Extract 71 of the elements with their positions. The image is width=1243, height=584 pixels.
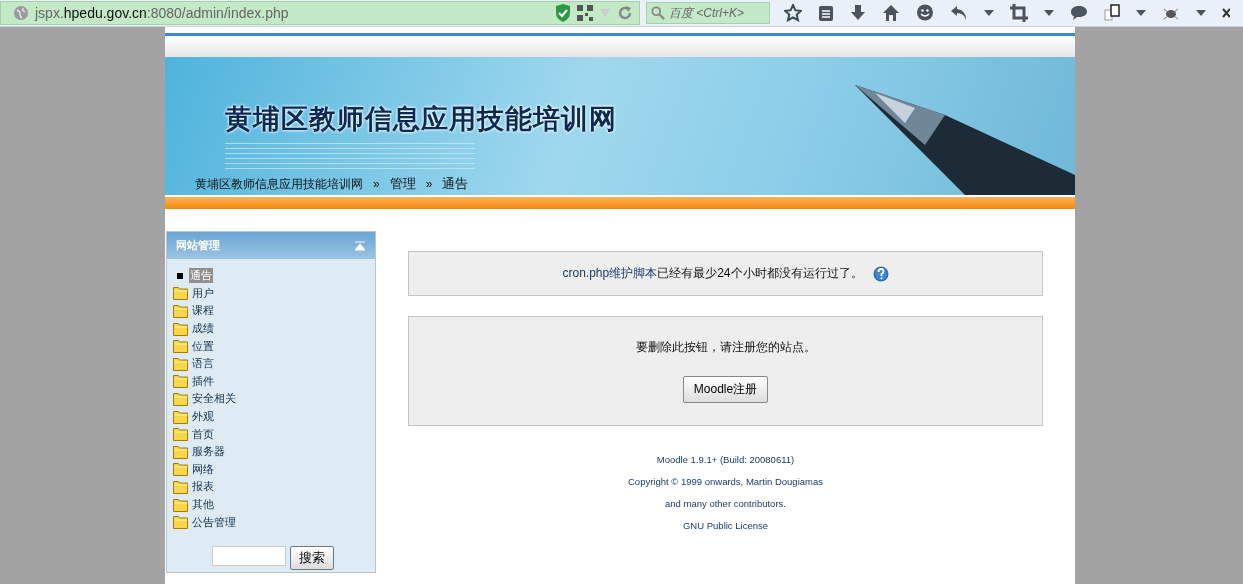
- caret-icon[interactable]: [984, 10, 994, 16]
- url-text: jspx.: [35, 5, 64, 21]
- folder-icon: [173, 356, 189, 371]
- folder-icon: [173, 479, 189, 494]
- documents-icon[interactable]: [1104, 4, 1120, 22]
- breadcrumb-link[interactable]: 管理: [389, 175, 416, 193]
- breadcrumb-link[interactable]: 通告: [442, 175, 469, 193]
- register-button[interactable]: Moodle注册: [682, 376, 769, 403]
- speech-bubble-icon[interactable]: [1070, 5, 1088, 21]
- admin-menu-item[interactable]: 外观: [192, 409, 214, 425]
- search-field[interactable]: 百度 <Ctrl+K>: [646, 2, 770, 24]
- admin-menu-item[interactable]: 语言: [192, 356, 214, 372]
- folder-icon: [173, 444, 189, 459]
- address-bar[interactable]: jspx.hpedu.gov.cn:8080/admin/index.php: [0, 1, 640, 25]
- smiley-icon[interactable]: [916, 4, 934, 22]
- admin-menu-item[interactable]: 用户: [192, 285, 214, 301]
- admin-menu-item[interactable]: 公告管理: [192, 514, 236, 530]
- caret-icon[interactable]: [1196, 10, 1206, 16]
- breadcrumb-separator: »: [373, 177, 380, 191]
- admin-menu-item[interactable]: 网络: [192, 461, 214, 477]
- search-icon: [651, 5, 665, 21]
- clipboard-icon[interactable]: [818, 4, 834, 22]
- caret-icon[interactable]: [1044, 10, 1054, 16]
- url-text: :8080/admin/index.php: [146, 5, 289, 21]
- sidebar-title: 网站管理: [176, 238, 220, 253]
- url-text: hpedu.gov.cn: [63, 5, 147, 21]
- admin-menu-item[interactable]: 课程: [192, 303, 214, 319]
- license-link[interactable]: GNU Public License: [683, 518, 768, 533]
- close-icon[interactable]: [1222, 8, 1230, 18]
- help-icon[interactable]: [872, 265, 889, 282]
- folder-icon: [173, 286, 189, 301]
- folder-icon: [173, 462, 189, 477]
- caret-icon[interactable]: [1136, 10, 1146, 16]
- admin-menu-item[interactable]: 首页: [192, 426, 214, 442]
- site-logo-title: 黄埔区教师信息应用技能培训网: [225, 102, 617, 136]
- folder-icon: [173, 374, 189, 389]
- globe-icon: [13, 5, 29, 21]
- undo-icon[interactable]: [950, 5, 968, 21]
- breadcrumb-separator: »: [425, 177, 433, 191]
- folder-icon: [173, 321, 189, 336]
- admin-menu-item[interactable]: 报表: [192, 479, 214, 495]
- folder-icon: [173, 409, 189, 424]
- cron-warning-text: cron.php维护脚本已经有最少24个小时都没有运行过了。: [562, 265, 863, 282]
- folder-icon: [173, 497, 189, 512]
- folder-icon: [173, 427, 189, 442]
- star-icon[interactable]: [784, 4, 802, 22]
- folder-icon: [173, 515, 189, 530]
- bullet-icon: [177, 272, 183, 279]
- qr-code-icon[interactable]: [577, 5, 593, 21]
- folder-icon: [173, 339, 189, 354]
- register-message: 要删除此按钮，请注册您的站点。: [635, 339, 816, 356]
- reload-icon[interactable]: [617, 5, 633, 21]
- download-icon[interactable]: [850, 4, 866, 22]
- admin-menu-item[interactable]: 其他: [192, 497, 214, 512]
- version-link[interactable]: Moodle 1.9.1+ (Build: 20080611): [656, 452, 795, 467]
- admin-menu-item[interactable]: 服务器: [192, 444, 225, 460]
- breadcrumb-link[interactable]: 黄埔区教师信息应用技能培训网: [195, 176, 363, 193]
- shield-icon[interactable]: [555, 4, 571, 22]
- crop-icon[interactable]: [1010, 4, 1028, 22]
- folder-icon: [173, 304, 189, 318]
- cron-link[interactable]: cron.php维护脚本: [562, 266, 658, 280]
- copyright-link[interactable]: Copyright © 1999 onwards, Martin Dougiamas: [628, 474, 823, 489]
- admin-menu-item[interactable]: 成绩: [192, 321, 214, 337]
- admin-menu-item[interactable]: 插件: [192, 373, 214, 389]
- folder-icon: [173, 391, 189, 406]
- search-input[interactable]: [211, 545, 286, 566]
- home-icon[interactable]: [882, 4, 900, 22]
- contributors-text: and many other contributors.: [665, 497, 786, 511]
- admin-menu-item[interactable]: 安全相关: [192, 391, 236, 407]
- admin-menu-item[interactable]: 位置: [192, 338, 214, 354]
- search-button[interactable]: 搜索: [289, 545, 334, 570]
